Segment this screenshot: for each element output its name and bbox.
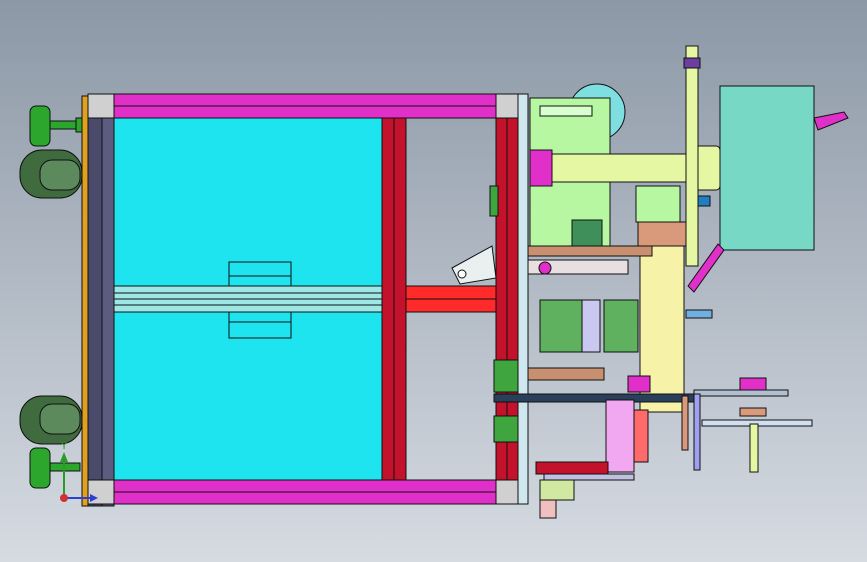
- triad-y-label: Y: [60, 441, 68, 452]
- handwheel-top-collar: [75, 117, 83, 133]
- dark-rail: [493, 393, 695, 403]
- left-top-corner-block: [87, 93, 115, 119]
- clamp-block-upper[interactable]: [493, 359, 519, 393]
- spindle-post: [693, 393, 701, 471]
- top-rail[interactable]: [113, 93, 499, 119]
- spindle-collar: [739, 407, 767, 417]
- left-orange-strip: [81, 95, 89, 507]
- bracket-motor-block: [571, 219, 603, 247]
- column-top-cap: [637, 221, 687, 247]
- vertical-rod[interactable]: [685, 45, 699, 267]
- left-frame-column[interactable]: [81, 93, 115, 507]
- linkage-arm-pin: [457, 269, 467, 279]
- cad-model-view[interactable]: Y: [0, 0, 867, 562]
- bracket-slot: [539, 105, 593, 117]
- bottom-lavender-bar: [543, 473, 635, 481]
- motor-right[interactable]: [603, 299, 639, 353]
- support-post: [681, 395, 689, 451]
- slide-knob[interactable]: [538, 261, 552, 275]
- bottom-fitting: [539, 479, 575, 501]
- left-frame-dark: [87, 95, 103, 507]
- gear-top-knob[interactable]: [627, 375, 651, 393]
- cyan-panel-upper[interactable]: [113, 117, 383, 287]
- left-frame-inner: [101, 95, 115, 507]
- blue-bar: [685, 309, 713, 319]
- gear-stack[interactable]: [605, 399, 635, 473]
- bottom-red-block: [535, 461, 609, 475]
- spindle-arm: [693, 389, 789, 397]
- right-frame-strip: [517, 93, 529, 505]
- gear-disc-stack: [633, 409, 649, 463]
- motor-block[interactable]: [635, 185, 681, 223]
- wheel-bottom-hub: [39, 403, 81, 435]
- motor-left-gear: [581, 299, 601, 353]
- blue-fitting: [697, 195, 711, 207]
- panel-handle-lower[interactable]: [228, 311, 292, 339]
- panel-handle-upper[interactable]: [228, 261, 292, 287]
- clamp-block-small: [489, 185, 499, 217]
- horizontal-shaft[interactable]: [551, 153, 703, 183]
- teal-tank[interactable]: [719, 85, 815, 251]
- wheel-top-hub: [39, 159, 81, 191]
- cad-viewport[interactable]: Y: [0, 0, 867, 562]
- clamp-block-lower[interactable]: [493, 415, 519, 443]
- vertical-rod-cap: [683, 57, 701, 69]
- spindle-shaft: [749, 423, 759, 473]
- brown-rail-top: [527, 245, 653, 257]
- handwheel-top-knob[interactable]: [29, 105, 51, 147]
- brown-rail-mid: [527, 367, 605, 381]
- triad-origin: [60, 494, 68, 502]
- bottom-pink-fitting: [539, 499, 557, 519]
- bottom-rail[interactable]: [113, 479, 499, 505]
- motor-left[interactable]: [539, 299, 583, 353]
- red-shaft[interactable]: [405, 285, 497, 313]
- cyan-panel-group[interactable]: [113, 117, 383, 481]
- red-post-left[interactable]: [381, 117, 407, 481]
- magenta-connector[interactable]: [529, 149, 553, 187]
- handwheel-bottom-knob[interactable]: [29, 447, 51, 489]
